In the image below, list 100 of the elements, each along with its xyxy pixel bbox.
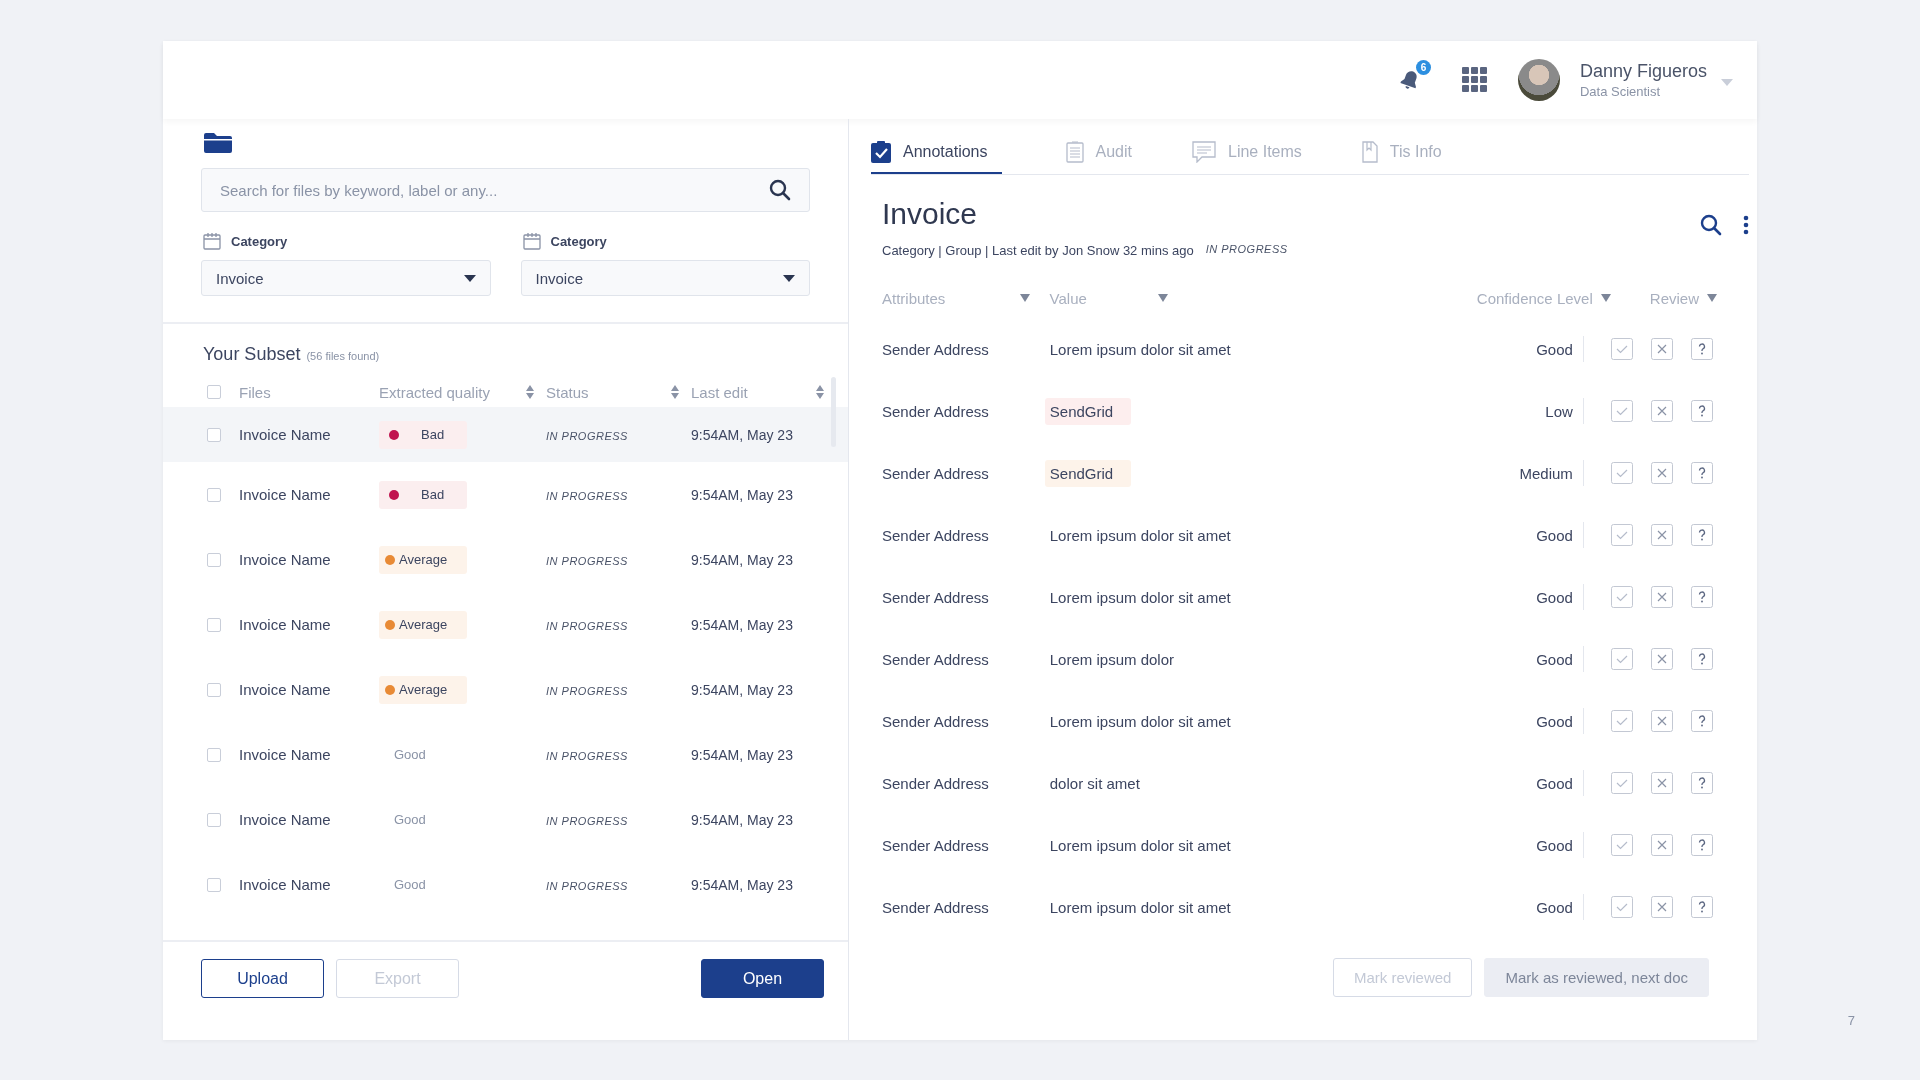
category-dropdown[interactable]: Invoice — [520, 260, 810, 296]
user-name: Danny Figueros — [1579, 61, 1707, 82]
search-icon[interactable] — [768, 178, 792, 202]
filter-label: Category — [550, 233, 607, 249]
file-name: Invoice Name — [239, 615, 331, 633]
column-header[interactable]: Status — [546, 383, 679, 401]
row-checkbox[interactable] — [207, 552, 221, 567]
approve-icon[interactable] — [1610, 586, 1633, 608]
caret-icon[interactable] — [1600, 294, 1611, 302]
column-header[interactable]: Confidence Level — [1476, 289, 1593, 307]
approve-icon[interactable] — [1610, 834, 1633, 856]
reject-icon[interactable] — [1650, 648, 1673, 670]
select-all-checkbox[interactable] — [207, 385, 221, 399]
row-checkbox[interactable] — [207, 812, 221, 827]
row-checkbox[interactable] — [207, 747, 221, 762]
status-text: IN PROGRESS — [1205, 243, 1288, 257]
file-row[interactable]: Invoice Name Average IN PROGRESS 9:54AM, May 23 — [163, 657, 848, 722]
approve-icon[interactable] — [1610, 400, 1633, 422]
status-text: IN PROGRESS — [546, 879, 628, 892]
attribute-value: Lorem ipsum dolor sit amet — [1049, 711, 1231, 732]
attribute-value: Lorem ipsum dolor sit amet — [1049, 525, 1231, 546]
question-icon[interactable] — [1690, 524, 1713, 546]
question-icon[interactable] — [1690, 648, 1713, 670]
approve-icon[interactable] — [1610, 524, 1633, 546]
question-icon[interactable] — [1690, 338, 1713, 360]
column-header[interactable]: Last edit — [691, 383, 824, 401]
category-dropdown[interactable]: Invoice — [201, 260, 491, 296]
approve-icon[interactable] — [1610, 772, 1633, 794]
file-row[interactable]: Invoice Name Bad IN PROGRESS 9:54AM, May 23 — [163, 407, 848, 462]
confidence-level: Good — [1536, 650, 1573, 668]
column-header[interactable]: Files — [239, 383, 367, 401]
search-field[interactable]: Search for files by keyword, label or any... — [201, 168, 810, 212]
row-checkbox[interactable] — [207, 682, 221, 697]
approve-icon[interactable] — [1610, 896, 1633, 918]
status-text: IN PROGRESS — [546, 489, 628, 502]
sort-icon[interactable] — [671, 385, 679, 399]
file-row[interactable]: Invoice Name Good IN PROGRESS 9:54AM, May 23 — [163, 787, 848, 852]
reject-icon[interactable] — [1650, 586, 1673, 608]
calendar-icon — [522, 232, 541, 250]
subset-title: Your Subset — [203, 344, 301, 365]
approve-icon[interactable] — [1610, 710, 1633, 732]
tab[interactable]: Tis Info — [1361, 132, 1442, 174]
column-header[interactable]: Value — [1049, 289, 1087, 307]
apps-grid-icon[interactable] — [1461, 67, 1488, 93]
row-checkbox[interactable] — [207, 877, 221, 892]
column-header[interactable]: Extracted quality — [379, 383, 534, 401]
confidence-level: Medium — [1519, 464, 1573, 482]
approve-icon[interactable] — [1610, 338, 1633, 360]
status-text: IN PROGRESS — [546, 619, 628, 632]
scrollbar[interactable] — [831, 377, 836, 447]
row-checkbox[interactable] — [207, 617, 221, 632]
reject-icon[interactable] — [1650, 524, 1673, 546]
attribute-name: Sender Address — [882, 402, 989, 420]
column-header[interactable]: Review — [1649, 289, 1699, 307]
more-options-icon[interactable] — [1743, 215, 1749, 235]
file-row[interactable]: Invoice Name Average IN PROGRESS 9:54AM, May 23 — [163, 592, 848, 657]
question-icon[interactable] — [1690, 586, 1713, 608]
approve-icon[interactable] — [1610, 648, 1633, 670]
file-row[interactable]: Invoice Name Good IN PROGRESS 9:54AM, May 23 — [163, 852, 848, 917]
sort-icon[interactable] — [526, 385, 534, 399]
attribute-value: Lorem ipsum dolor sit amet — [1049, 835, 1231, 856]
file-row[interactable]: Invoice Name Average IN PROGRESS 9:54AM, May 23 — [163, 527, 848, 592]
tab[interactable]: Annotations — [871, 132, 1002, 174]
file-name: Invoice Name — [239, 875, 331, 893]
search-icon[interactable] — [1699, 213, 1723, 237]
last-edit-time: 9:54AM, May 23 — [691, 681, 793, 698]
last-edit-time: 9:54AM, May 23 — [691, 616, 793, 633]
tab[interactable]: Audit — [1065, 132, 1132, 174]
reject-icon[interactable] — [1650, 772, 1673, 794]
row-checkbox[interactable] — [207, 487, 221, 502]
caret-icon[interactable] — [1019, 294, 1030, 302]
confidence-level: Good — [1536, 526, 1573, 544]
reject-icon[interactable] — [1650, 834, 1673, 856]
action-button[interactable]: Upload — [201, 959, 324, 998]
file-row[interactable]: Invoice Name Bad IN PROGRESS 9:54AM, May 23 — [163, 462, 848, 527]
action-button[interactable]: Open — [701, 959, 824, 998]
column-header[interactable]: Attributes — [882, 289, 946, 307]
caret-icon[interactable] — [1721, 79, 1733, 87]
question-icon[interactable] — [1690, 710, 1713, 732]
attribute-value: Lorem ipsum dolor sit amet — [1049, 587, 1231, 608]
caret-icon[interactable] — [1157, 294, 1168, 302]
question-icon[interactable] — [1690, 834, 1713, 856]
sort-icon[interactable] — [816, 385, 824, 399]
tab[interactable]: Line Items — [1192, 132, 1302, 174]
approve-icon[interactable] — [1610, 462, 1633, 484]
reject-icon[interactable] — [1650, 710, 1673, 732]
question-icon[interactable] — [1690, 400, 1713, 422]
question-icon[interactable] — [1690, 462, 1713, 484]
question-icon[interactable] — [1690, 896, 1713, 918]
file-row[interactable]: Invoice Name Good IN PROGRESS 9:54AM, May 23 — [163, 722, 848, 787]
avatar[interactable] — [1517, 59, 1560, 101]
row-checkbox[interactable] — [207, 427, 221, 442]
reject-icon[interactable] — [1650, 338, 1673, 360]
caret-icon[interactable] — [1707, 294, 1717, 302]
reject-icon[interactable] — [1650, 896, 1673, 918]
question-icon[interactable] — [1690, 772, 1713, 794]
reject-icon[interactable] — [1650, 462, 1673, 484]
last-edit-time: 9:54AM, May 23 — [691, 486, 793, 503]
reject-icon[interactable] — [1650, 400, 1673, 422]
clipboard-check-icon — [871, 141, 891, 163]
